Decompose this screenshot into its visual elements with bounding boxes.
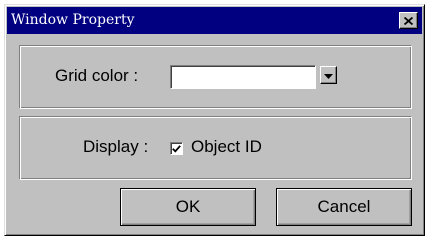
ok-button[interactable]: OK (120, 188, 256, 226)
object-id-checkbox[interactable] (170, 142, 183, 155)
close-button[interactable] (399, 12, 418, 29)
display-label: Display : (83, 137, 149, 156)
close-icon (404, 16, 413, 25)
window-property-dialog: Window Property Grid color : Display : O… (4, 4, 425, 236)
title-bar[interactable]: Window Property (7, 7, 422, 34)
checkmark-icon (172, 140, 181, 158)
grid-color-field[interactable] (170, 65, 316, 89)
window-title: Window Property (11, 12, 135, 28)
grid-color-group: Grid color : (19, 45, 412, 109)
grid-color-dropdown-button[interactable] (320, 66, 337, 84)
cancel-button[interactable]: Cancel (276, 188, 412, 226)
display-group: Display : Object ID (19, 116, 412, 180)
object-id-label[interactable]: Object ID (191, 137, 262, 157)
grid-color-label: Grid color : (55, 66, 139, 85)
chevron-down-icon (324, 66, 333, 84)
